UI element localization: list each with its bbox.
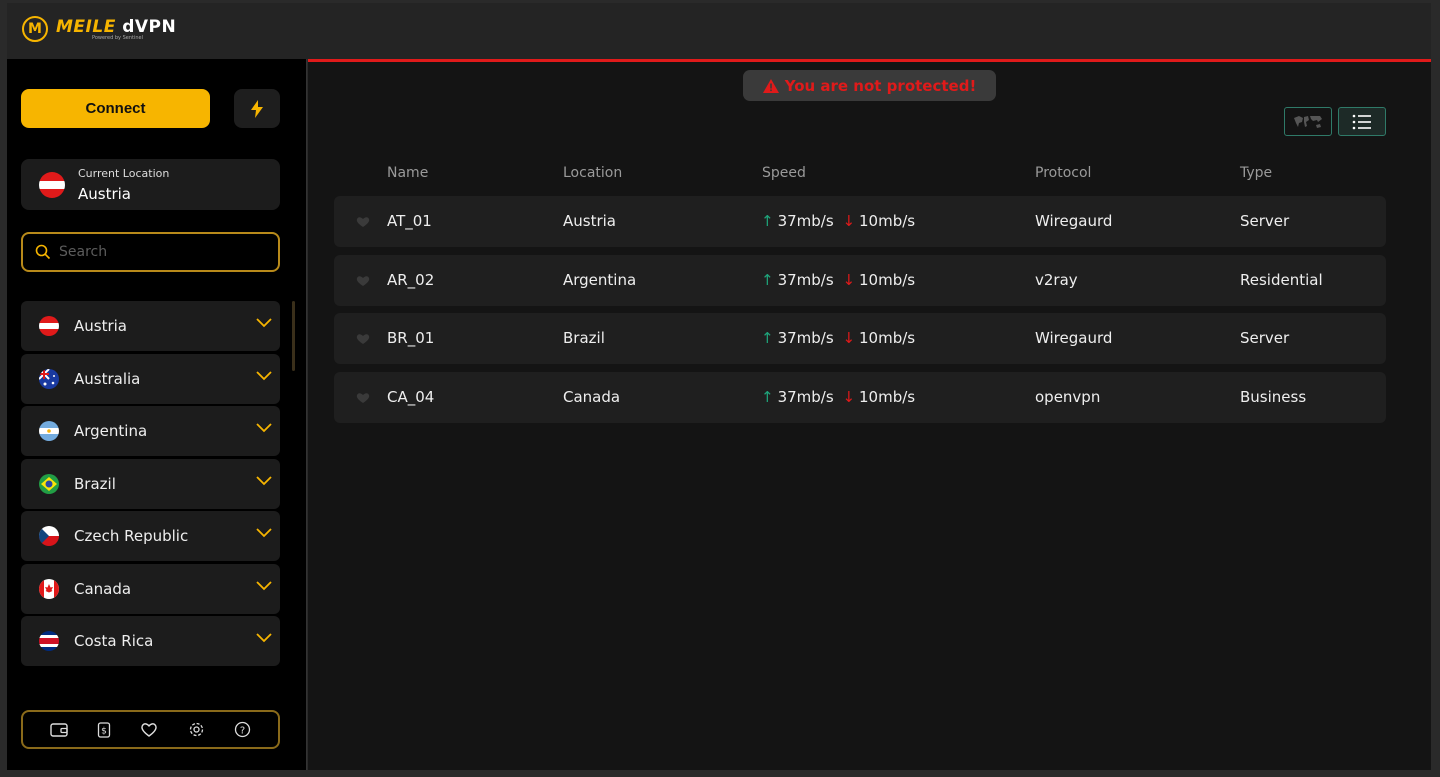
server-name: AR_02 (387, 270, 435, 289)
czech-flag-icon (39, 526, 59, 546)
search-box[interactable] (21, 232, 280, 272)
heart-icon[interactable] (140, 722, 158, 738)
country-name: Australia (74, 369, 141, 388)
protection-alert: You are not protected! (743, 70, 996, 101)
table-header: Name Location Speed Protocol Type (308, 165, 1431, 185)
chevron-down-icon[interactable] (256, 475, 272, 486)
country-item-costa-rica[interactable]: Costa Rica (21, 616, 280, 666)
column-header-name[interactable]: Name (387, 165, 428, 181)
server-speed: ↑ 37mb/s ↓ 10mb/s (761, 387, 916, 406)
dollar-icon[interactable]: $ (97, 721, 111, 738)
connect-button[interactable]: Connect (21, 89, 210, 128)
brand-tagline: Powered by Sentinel (92, 35, 143, 41)
app-logo: M MEILE dVPN Powered by Sentinel (22, 16, 176, 42)
logo-badge: M (22, 16, 48, 42)
svg-text:$: $ (101, 726, 107, 736)
favorite-heart-icon[interactable] (356, 390, 370, 408)
help-icon[interactable]: ? (234, 721, 251, 738)
server-name: AT_01 (387, 212, 432, 230)
gear-icon[interactable] (188, 721, 205, 738)
server-speed: ↑ 37mb/s ↓ 10mb/s (761, 329, 916, 347)
country-item-australia[interactable]: Australia (21, 353, 280, 404)
server-protocol: openvpn (1035, 387, 1101, 406)
current-location-value: Austria (78, 185, 131, 203)
austria-flag-icon (39, 316, 59, 336)
server-speed: ↑ 37mb/s ↓ 10mb/s (761, 270, 916, 289)
server-protocol: v2ray (1035, 270, 1078, 289)
favorite-heart-icon[interactable] (356, 331, 370, 349)
country-name: Austria (74, 317, 127, 335)
search-icon (35, 244, 51, 260)
country-item-austria[interactable]: Austria (21, 301, 280, 351)
status-line (308, 59, 1431, 62)
costa-rica-flag-icon (39, 631, 59, 651)
country-list-scrollbar[interactable] (292, 301, 295, 371)
country-item-argentina[interactable]: Argentina (21, 406, 280, 456)
country-item-czech-republic[interactable]: Czech Republic (21, 511, 280, 561)
country-name: Brazil (74, 474, 116, 493)
column-header-type[interactable]: Type (1240, 165, 1272, 181)
canada-flag-icon (39, 578, 59, 599)
sidebar: Connect Current Location Austria Austria… (7, 59, 307, 770)
favorite-heart-icon[interactable] (356, 214, 370, 232)
title-bar: M MEILE dVPN Powered by Sentinel (7, 3, 1431, 59)
table-row[interactable]: CA_04 Canada ↑ 37mb/s ↓ 10mb/s openvpn Bus… (334, 371, 1386, 423)
chevron-down-icon[interactable] (256, 423, 272, 433)
table-row[interactable]: AR_02 Argentina ↑ 37mb/s ↓ 10mb/s v2ray Re… (334, 254, 1386, 306)
country-list: Austria Australia Argentina Brazil Czech… (21, 301, 280, 669)
server-location: Canada (563, 387, 621, 406)
map-view-button[interactable] (1284, 107, 1332, 136)
server-location: Austria (563, 212, 616, 230)
chevron-down-icon[interactable] (256, 580, 272, 591)
current-location-card: Current Location Austria (21, 159, 280, 210)
server-type: Business (1240, 387, 1307, 406)
server-protocol: Wiregaurd (1035, 329, 1113, 347)
server-type: Server (1240, 329, 1290, 347)
country-name: Canada (74, 579, 132, 598)
austria-flag-icon (39, 172, 65, 198)
country-name: Costa Rica (74, 632, 154, 650)
server-name: BR_01 (387, 329, 435, 347)
server-protocol: Wiregaurd (1035, 212, 1113, 230)
server-location: Brazil (563, 329, 605, 347)
brazil-flag-icon (39, 473, 59, 494)
alert-text: You are not protected! (784, 76, 977, 95)
chevron-down-icon[interactable] (256, 528, 272, 538)
quick-connect-button[interactable] (234, 89, 280, 128)
table-row[interactable]: BR_01 Brazil ↑ 37mb/s ↓ 10mb/s Wiregaurd S… (334, 313, 1386, 364)
main-panel: You are not protected! Name Location Spe… (308, 59, 1431, 770)
country-name: Czech Republic (74, 527, 189, 545)
svg-text:?: ? (240, 725, 245, 736)
country-item-brazil[interactable]: Brazil (21, 458, 280, 509)
server-name: CA_04 (387, 387, 435, 406)
chevron-down-icon[interactable] (256, 370, 272, 381)
server-table: AT_01 Austria ↑ 37mb/s ↓ 10mb/s Wiregaurd … (334, 196, 1386, 430)
search-input[interactable] (59, 244, 259, 260)
wallet-icon[interactable] (49, 722, 68, 738)
australia-flag-icon (39, 368, 59, 389)
chevron-down-icon[interactable] (256, 633, 272, 643)
column-header-speed[interactable]: Speed (762, 165, 806, 181)
server-type: Residential (1240, 270, 1323, 289)
column-header-location[interactable]: Location (563, 165, 622, 181)
server-speed: ↑ 37mb/s ↓ 10mb/s (761, 212, 916, 230)
list-view-button[interactable] (1338, 107, 1386, 136)
server-location: Argentina (563, 270, 637, 289)
lightning-icon (251, 99, 263, 118)
country-item-canada[interactable]: Canada (21, 563, 280, 614)
favorite-heart-icon[interactable] (356, 273, 370, 291)
world-map-icon (1294, 115, 1322, 128)
current-location-label: Current Location (78, 167, 170, 180)
brand-name: MEILE dVPN (56, 17, 177, 37)
server-type: Server (1240, 212, 1290, 230)
chevron-down-icon[interactable] (256, 318, 272, 328)
country-name: Argentina (74, 422, 148, 440)
column-header-protocol[interactable]: Protocol (1035, 165, 1091, 181)
argentina-flag-icon (39, 421, 59, 441)
table-row[interactable]: AT_01 Austria ↑ 37mb/s ↓ 10mb/s Wiregaurd … (334, 196, 1386, 247)
warning-icon (762, 78, 779, 93)
list-icon (1352, 114, 1371, 129)
bottom-nav: $ ? (21, 710, 280, 749)
